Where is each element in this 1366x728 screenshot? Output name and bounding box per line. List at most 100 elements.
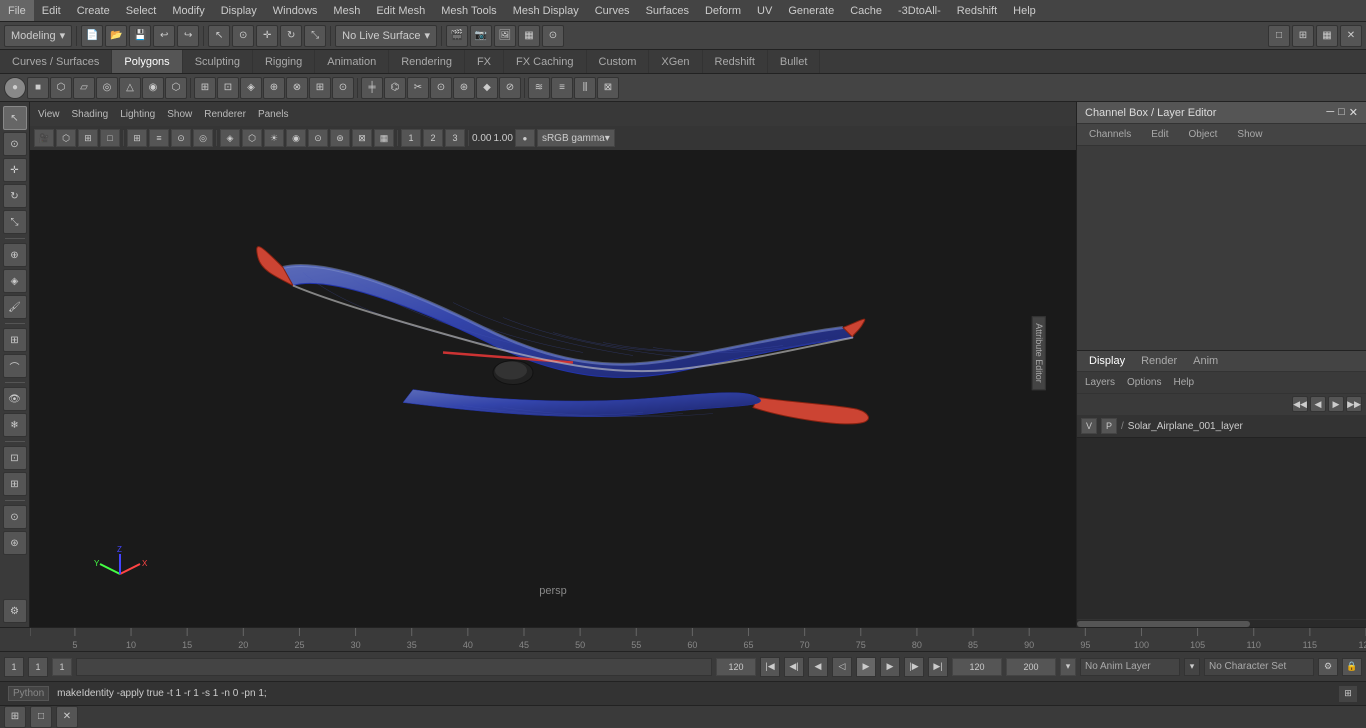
step-fwd-btn[interactable]: |▶ [904, 657, 924, 677]
layer-vis-toggle[interactable]: V [1081, 418, 1097, 434]
vp-menu-shading[interactable]: Shading [68, 109, 113, 120]
layer-scrollbar[interactable] [1077, 619, 1366, 627]
undo-btn[interactable]: ↩ [153, 25, 175, 47]
icon-sets[interactable]: ⊞ [3, 472, 27, 496]
camera-tool[interactable]: ⊙ [3, 505, 27, 529]
quality-1[interactable]: 1 [401, 129, 421, 147]
viewport-panel-btn[interactable]: ⊞ [4, 706, 26, 728]
char-set-selector[interactable]: No Character Set [1204, 658, 1314, 676]
vp-menu-panels[interactable]: Panels [254, 109, 293, 120]
tab-fx-caching[interactable]: FX Caching [504, 50, 586, 73]
move-tool[interactable]: ✛ [3, 158, 27, 182]
fill-hole-btn[interactable]: ⊙ [332, 77, 354, 99]
python-command[interactable]: makeIdentity -apply true -t 1 -r 1 -s 1 … [57, 688, 1330, 699]
layout-btn-2[interactable]: ⊞ [1292, 25, 1314, 47]
minimize-icon[interactable]: ─ [1326, 106, 1334, 119]
camera-select-btn[interactable]: 🎥 [34, 129, 54, 147]
menu-3dtall[interactable]: -3DtoAll- [890, 0, 949, 21]
layer-subtab-layers[interactable]: Layers [1081, 377, 1119, 388]
color-space-btn[interactable]: ● [515, 129, 535, 147]
timeline[interactable]: 5101520253035404550556065707580859095100… [0, 627, 1366, 651]
tab-curves-surfaces[interactable]: Curves / Surfaces [0, 50, 112, 73]
poly-cyl-btn[interactable]: ⬡ [50, 77, 72, 99]
playback-end-field[interactable]: 120 [952, 658, 1002, 676]
snap-to-grid[interactable]: ⊞ [3, 328, 27, 352]
scale-tool[interactable]: ⤡ [3, 210, 27, 234]
rotate-tool-btn[interactable]: ↻ [280, 25, 302, 47]
play-back-btn[interactable]: ◁ [832, 657, 852, 677]
settings-gear-btn[interactable]: ⚙ [3, 599, 27, 623]
bevel-btn[interactable]: ◈ [240, 77, 262, 99]
soft-select[interactable]: ◈ [3, 269, 27, 293]
timeline-ruler[interactable]: 5101520253035404550556065707580859095100… [30, 628, 1366, 651]
char-set-gear[interactable]: ⚙ [1318, 658, 1338, 676]
channel-tab-object[interactable]: Object [1181, 127, 1226, 142]
render-btn[interactable]: 🎬 [446, 25, 468, 47]
vp-menu-view[interactable]: View [34, 109, 64, 120]
gamma-selector[interactable]: sRGB gamma ▾ [537, 129, 615, 147]
menu-deform[interactable]: Deform [697, 0, 749, 21]
channel-tab-show[interactable]: Show [1229, 127, 1270, 142]
symmetry-btn[interactable]: ⊠ [597, 77, 619, 99]
layer-next-btn[interactable]: ▶▶ [1346, 396, 1362, 412]
layout-panel-btn[interactable]: □ [30, 706, 52, 728]
playback-dropdown-btn[interactable]: ▾ [1060, 658, 1076, 676]
select-tool[interactable]: ↖ [3, 106, 27, 130]
isolate-btn[interactable]: ◎ [193, 129, 213, 147]
texture-btn[interactable]: ⬡ [242, 129, 262, 147]
layout-btn-4[interactable]: ✕ [1340, 25, 1362, 47]
show-hide-tool[interactable]: 👁 [3, 387, 27, 411]
scale-tool-btn[interactable]: ⤡ [304, 25, 326, 47]
menu-create[interactable]: Create [69, 0, 118, 21]
layer-p-toggle[interactable]: P [1101, 418, 1117, 434]
poly-cube-btn[interactable]: ■ [27, 77, 49, 99]
tab-fx[interactable]: FX [465, 50, 504, 73]
select-tool-btn[interactable]: ↖ [208, 25, 230, 47]
render2-btn[interactable]: 📷 [470, 25, 492, 47]
boolean-btn[interactable]: ⊞ [309, 77, 331, 99]
go-to-start-btn[interactable]: |◀ [760, 657, 780, 677]
play-fwd-btn[interactable]: ▶ [856, 657, 876, 677]
tab-custom[interactable]: Custom [587, 50, 650, 73]
tab-redshift[interactable]: Redshift [703, 50, 768, 73]
menu-help[interactable]: Help [1005, 0, 1044, 21]
layer-back-btn[interactable]: ◀ [1310, 396, 1326, 412]
mirror-btn[interactable]: ⫼ [574, 77, 596, 99]
layer-tab-display[interactable]: Display [1085, 355, 1129, 367]
save-scene-btn[interactable]: 💾 [129, 25, 151, 47]
attribute-editor-tab[interactable]: Attribute Editor [1032, 316, 1046, 390]
layout-btn-3[interactable]: ▦ [1316, 25, 1338, 47]
combine-btn[interactable]: ⊕ [263, 77, 285, 99]
layer-fwd-btn[interactable]: ▶ [1328, 396, 1344, 412]
collapse-btn[interactable]: ◆ [476, 77, 498, 99]
live-surface-dropdown[interactable]: No Live Surface ▾ [335, 25, 437, 47]
xray-btn[interactable]: ⊙ [308, 129, 328, 147]
render3-btn[interactable]: 🖼 [494, 25, 516, 47]
menu-curves[interactable]: Curves [587, 0, 638, 21]
quality-3[interactable]: 3 [445, 129, 465, 147]
connect-btn[interactable]: ⌬ [384, 77, 406, 99]
tab-animation[interactable]: Animation [315, 50, 389, 73]
tab-rigging[interactable]: Rigging [253, 50, 315, 73]
vp-menu-renderer[interactable]: Renderer [200, 109, 250, 120]
gate-mask-btn[interactable]: □ [100, 129, 120, 147]
menu-modify[interactable]: Modify [164, 0, 212, 21]
shadow-btn[interactable]: ◉ [286, 129, 306, 147]
tab-rendering[interactable]: Rendering [389, 50, 465, 73]
merge-btn[interactable]: ⊛ [453, 77, 475, 99]
quality-2[interactable]: 2 [423, 129, 443, 147]
menu-file[interactable]: File [0, 0, 34, 21]
layer-subtab-options[interactable]: Options [1123, 377, 1165, 388]
menu-windows[interactable]: Windows [265, 0, 326, 21]
poly-cone-btn[interactable]: △ [119, 77, 141, 99]
hud-btn[interactable]: ≡ [149, 129, 169, 147]
maximize-icon[interactable]: □ [1338, 106, 1345, 119]
open-scene-btn[interactable]: 📂 [105, 25, 127, 47]
layer-tab-render[interactable]: Render [1137, 355, 1181, 367]
universal-manipulator[interactable]: ⊕ [3, 243, 27, 267]
lasso-tool-btn[interactable]: ⊙ [232, 25, 254, 47]
grid-btn[interactable]: ⊞ [127, 129, 147, 147]
harden-btn[interactable]: ≡ [551, 77, 573, 99]
tab-polygons[interactable]: Polygons [112, 50, 182, 73]
menu-edit[interactable]: Edit [34, 0, 69, 21]
